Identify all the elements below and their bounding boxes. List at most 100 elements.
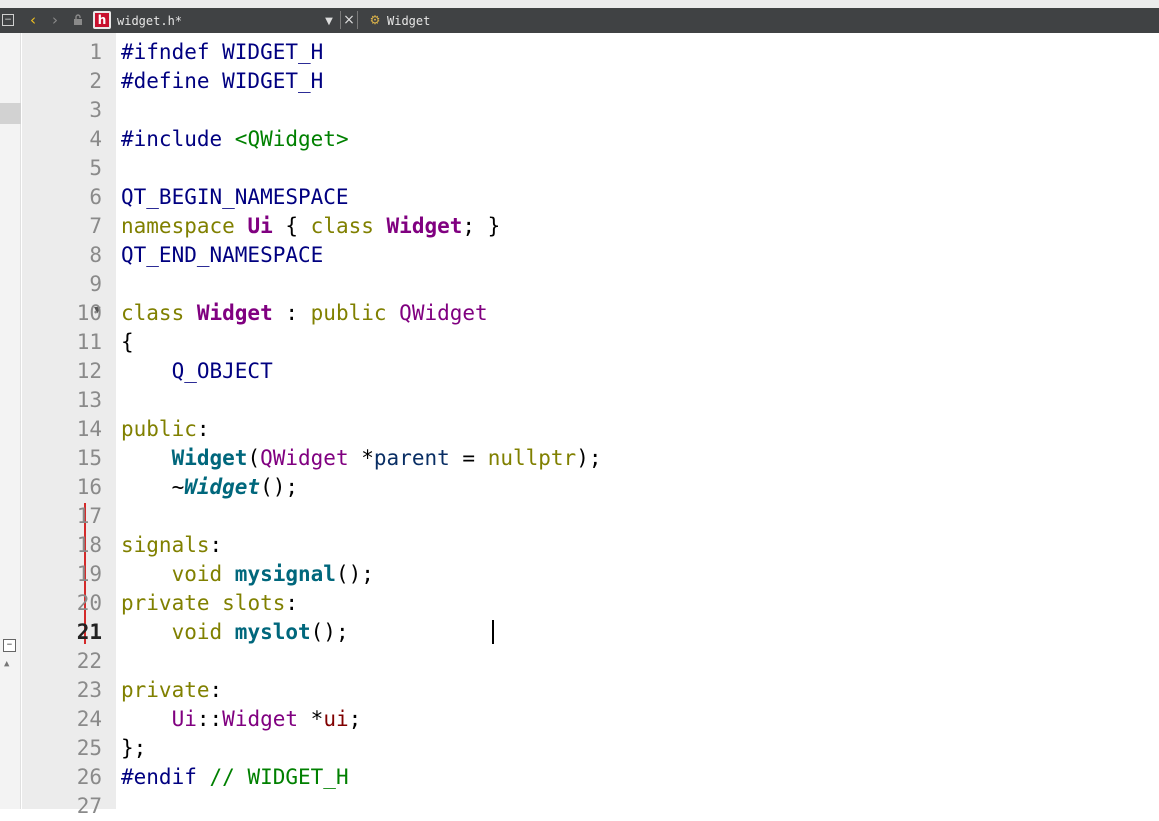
header-file-icon: h	[93, 11, 111, 29]
line-number[interactable]: 15	[22, 444, 102, 473]
code-token: class	[310, 214, 387, 238]
line-number[interactable]: 22	[22, 647, 102, 676]
line-number[interactable]: 19	[22, 560, 102, 589]
line-number[interactable]: 4	[22, 125, 102, 154]
code-token: :	[209, 533, 223, 557]
code-line[interactable]: QT_BEGIN_NAMESPACE	[121, 183, 349, 212]
split-toggle-icon[interactable]: −	[2, 14, 14, 26]
line-number[interactable]: 12	[22, 357, 102, 386]
code-token: parent	[373, 446, 450, 470]
code-line[interactable]: {	[121, 328, 134, 357]
navigate-forward-button[interactable]: ›	[48, 10, 62, 30]
code-line[interactable]: Widget(QWidget *parent = nullptr);	[121, 444, 602, 473]
code-token: ();	[310, 620, 349, 644]
code-token: nullptr	[487, 446, 577, 470]
line-number[interactable]: 14	[22, 415, 102, 444]
code-line[interactable]: QT_END_NAMESPACE	[121, 241, 323, 270]
code-token: Ui	[247, 214, 273, 238]
code-line[interactable]: #endif // WIDGET_H	[121, 763, 349, 792]
code-line[interactable]: void myslot();	[121, 618, 349, 647]
close-document-button[interactable]: ×	[340, 11, 358, 29]
line-number[interactable]: 16	[22, 473, 102, 502]
chevron-down-icon[interactable]: ▼	[323, 12, 335, 30]
line-number[interactable]: 20	[22, 589, 102, 618]
line-number[interactable]: 10	[22, 299, 102, 328]
line-number[interactable]: 13	[22, 386, 102, 415]
document-tab-bar: − ‹ › h widget.h* ▼ × ⚙ Widget	[0, 8, 1159, 33]
code-token: ();	[260, 475, 299, 499]
line-number[interactable]: 27	[22, 792, 102, 821]
collapse-toggle-icon[interactable]: −	[3, 639, 16, 652]
code-editor[interactable]: #ifndef WIDGET_H #define WIDGET_H #include…	[121, 33, 1159, 809]
code-token: Widget	[222, 707, 299, 731]
code-token: {	[272, 214, 311, 238]
code-line[interactable]: private slots:	[121, 589, 298, 618]
code-line[interactable]: #define WIDGET_H	[121, 67, 323, 96]
code-line[interactable]: private:	[121, 676, 222, 705]
code-token: {	[121, 330, 134, 354]
line-number[interactable]: 25	[22, 734, 102, 763]
line-number[interactable]: 18	[22, 531, 102, 560]
code-token: // WIDGET_H	[209, 765, 349, 789]
code-line[interactable]: void mysignal();	[121, 560, 374, 589]
code-token: public	[121, 417, 197, 441]
code-token: signals	[121, 533, 210, 557]
code-token: #endif	[121, 765, 210, 789]
line-number[interactable]: 6	[22, 183, 102, 212]
code-line[interactable]: signals:	[121, 531, 222, 560]
code-token: };	[121, 736, 147, 760]
lock-icon[interactable]	[72, 13, 84, 27]
code-token: Widget	[386, 214, 463, 238]
code-token: namespace	[121, 214, 248, 238]
code-line[interactable]: Q_OBJECT	[121, 357, 273, 386]
code-line[interactable]: };	[121, 734, 146, 763]
code-token: ;	[348, 707, 362, 731]
code-token: QWidget	[260, 446, 349, 470]
line-number[interactable]: 17	[22, 502, 102, 531]
code-line[interactable]: class Widget : public QWidget	[121, 299, 488, 328]
code-line[interactable]: #ifndef WIDGET_H	[121, 38, 323, 67]
code-token: Q_OBJECT	[121, 359, 273, 383]
line-number[interactable]: 2	[22, 67, 102, 96]
line-number[interactable]: 11	[22, 328, 102, 357]
current-symbol-selector[interactable]: Widget	[387, 12, 430, 30]
code-token: (	[247, 446, 261, 470]
code-line[interactable]: public:	[121, 415, 210, 444]
code-token: class	[121, 301, 197, 325]
code-token: ui	[323, 707, 349, 731]
line-number[interactable]: 21	[22, 618, 102, 647]
code-token: <QWidget>	[234, 127, 349, 151]
line-number[interactable]: 7	[22, 212, 102, 241]
code-token: myslot	[234, 620, 311, 644]
line-number[interactable]: 1	[22, 38, 102, 67]
open-file-name[interactable]: widget.h*	[117, 12, 182, 30]
code-token: QT_END_NAMESPACE	[121, 243, 324, 267]
code-token: :	[209, 678, 223, 702]
line-number[interactable]: 24	[22, 705, 102, 734]
code-line[interactable]: Ui::Widget *ui;	[121, 705, 362, 734]
code-token: :	[196, 417, 210, 441]
code-line[interactable]: #include <QWidget>	[121, 125, 349, 154]
line-number[interactable]: 8	[22, 241, 102, 270]
class-symbol-icon: ⚙	[369, 13, 381, 27]
navigate-back-button[interactable]: ‹	[26, 10, 40, 30]
triangle-up-icon[interactable]: ▲	[4, 659, 9, 669]
code-token: =	[449, 446, 488, 470]
code-token: void	[171, 620, 235, 644]
line-number[interactable]: 26	[22, 763, 102, 792]
line-number[interactable]: 23	[22, 676, 102, 705]
code-token: slots	[222, 591, 286, 615]
code-token: #include	[121, 127, 235, 151]
code-line[interactable]: ~Widget();	[121, 473, 298, 502]
line-number[interactable]: 3	[22, 96, 102, 125]
code-line[interactable]: namespace Ui { class Widget; }	[121, 212, 500, 241]
line-number[interactable]: 5	[22, 154, 102, 183]
code-token: QWidget	[399, 301, 488, 325]
code-token: mysignal	[234, 562, 336, 586]
code-token: public	[310, 301, 400, 325]
code-token: ; }	[462, 214, 501, 238]
side-marker	[0, 103, 21, 124]
line-number[interactable]: 9	[22, 270, 102, 299]
